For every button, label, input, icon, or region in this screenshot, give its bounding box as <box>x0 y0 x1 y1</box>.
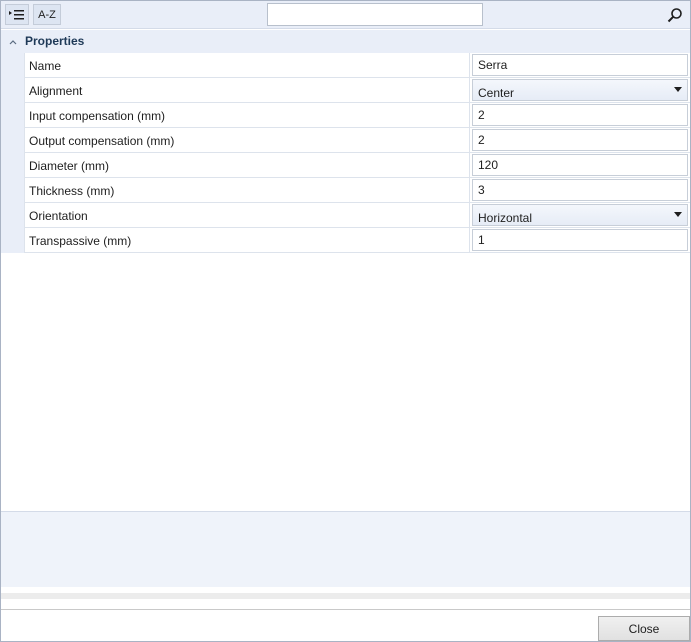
categorized-button[interactable] <box>5 4 29 25</box>
property-label: Input compensation (mm) <box>29 109 166 123</box>
property-label: Thickness (mm) <box>29 184 115 198</box>
search-button[interactable] <box>665 5 685 25</box>
property-row-name: Name <box>24 53 690 78</box>
toolbar: A-Z <box>1 1 690 29</box>
thickness-input[interactable] <box>472 179 688 201</box>
property-row-alignment: Alignment Center <box>24 78 690 103</box>
property-row-input-compensation: Input compensation (mm) <box>24 103 690 128</box>
diameter-input[interactable] <box>472 154 688 176</box>
category-properties: Properties <box>1 30 690 53</box>
property-row-output-compensation: Output compensation (mm) <box>24 128 690 153</box>
property-dialog: A-Z Properties Name Alignment Ce <box>0 0 691 642</box>
category-toggle[interactable] <box>6 35 20 49</box>
property-row-diameter: Diameter (mm) <box>24 153 690 178</box>
output-compensation-input[interactable] <box>472 129 688 151</box>
column-divider[interactable] <box>469 103 470 127</box>
dropdown-value: Horizontal <box>478 211 533 225</box>
alphabetical-sort-button[interactable]: A-Z <box>33 4 61 25</box>
close-button[interactable]: Close <box>598 616 690 641</box>
column-divider[interactable] <box>469 153 470 177</box>
column-divider[interactable] <box>469 178 470 202</box>
property-label: Alignment <box>29 84 83 98</box>
dropdown-value: Center <box>478 86 515 100</box>
categorized-list-icon <box>9 9 24 19</box>
alignment-dropdown[interactable]: Center <box>472 79 688 101</box>
dropdown-arrow-icon <box>674 212 682 217</box>
column-divider[interactable] <box>469 53 470 77</box>
transpassive-input[interactable] <box>472 229 688 251</box>
column-divider[interactable] <box>469 228 470 252</box>
property-row-orientation: Orientation Horizontal <box>24 203 690 228</box>
name-input[interactable] <box>472 54 688 76</box>
column-divider[interactable] <box>469 203 470 227</box>
column-divider[interactable] <box>469 78 470 102</box>
dropdown-arrow-icon <box>674 87 682 92</box>
category-label: Properties <box>25 34 85 48</box>
description-panel <box>1 511 690 587</box>
chevron-up-icon <box>9 40 17 45</box>
grid-gutter <box>1 53 24 253</box>
property-label: Diameter (mm) <box>29 159 109 173</box>
search-input[interactable] <box>267 3 483 26</box>
property-label: Output compensation (mm) <box>29 134 175 148</box>
dialog-footer: Close <box>1 609 690 641</box>
property-label: Name <box>29 59 62 73</box>
column-divider[interactable] <box>469 128 470 152</box>
property-row-transpassive: Transpassive (mm) <box>24 228 690 253</box>
property-row-thickness: Thickness (mm) <box>24 178 690 203</box>
input-compensation-input[interactable] <box>472 104 688 126</box>
orientation-dropdown[interactable]: Horizontal <box>472 204 688 226</box>
panel-splitter[interactable] <box>1 593 690 599</box>
property-label: Orientation <box>29 209 88 223</box>
search-icon <box>667 8 682 23</box>
property-label: Transpassive (mm) <box>29 234 132 248</box>
